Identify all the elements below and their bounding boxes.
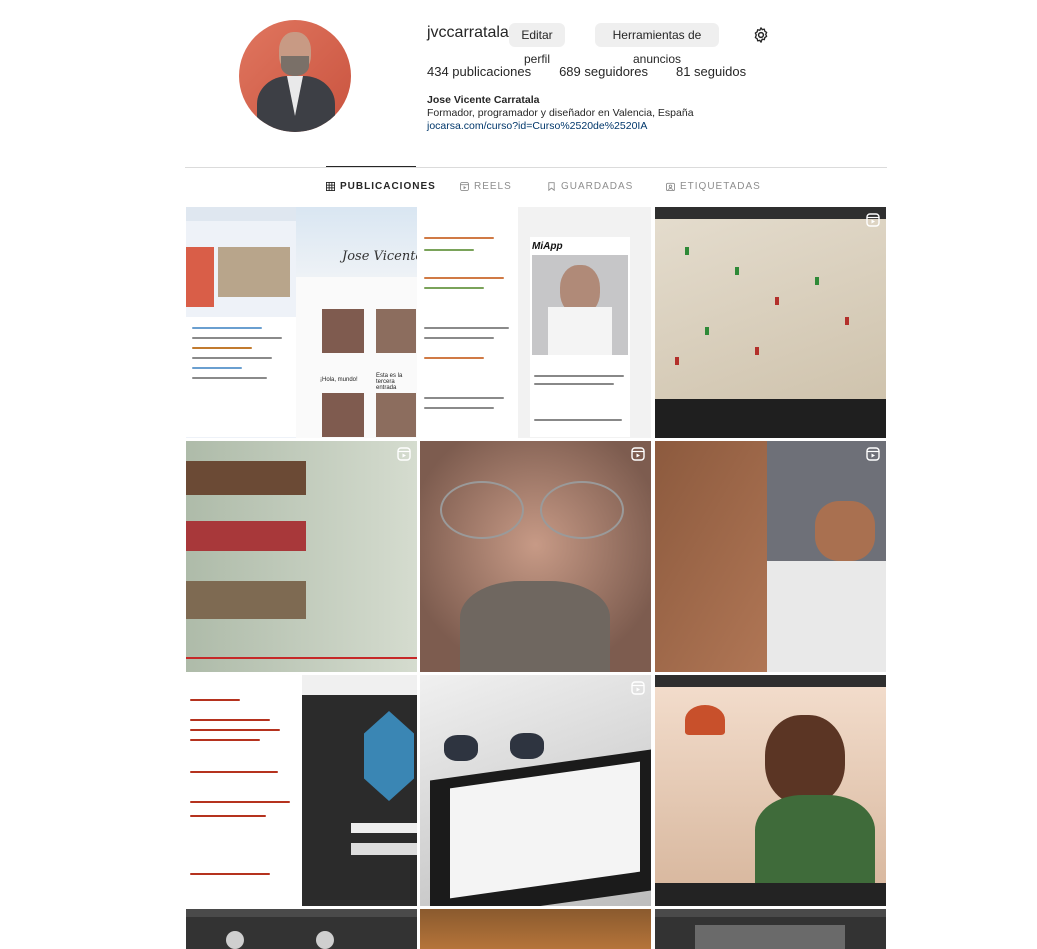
grid-icon	[326, 182, 335, 191]
post-thumbnail[interactable]	[655, 909, 886, 949]
post-thumbnail[interactable]	[420, 909, 651, 949]
tabs-divider	[185, 167, 887, 168]
post-thumbnail[interactable]	[655, 207, 886, 438]
reel-indicator-icon	[631, 681, 645, 695]
post-thumbnail[interactable]	[420, 441, 651, 672]
profile-website-link[interactable]: jocarsa.com/curso?id=Curso%2520de%2520IA	[427, 120, 647, 132]
post-thumbnail[interactable]	[655, 675, 886, 906]
following-count[interactable]: 81 seguidos	[676, 64, 746, 79]
reel-indicator-icon	[866, 213, 880, 227]
reel-indicator-icon	[631, 447, 645, 461]
tab-publicaciones[interactable]: PUBLICACIONES	[326, 181, 436, 192]
tab-label: PUBLICACIONES	[340, 181, 436, 192]
post-thumbnail[interactable]	[186, 675, 417, 906]
tab-label: ETIQUETADAS	[680, 181, 761, 192]
active-tab-indicator	[326, 166, 416, 167]
tab-label: GUARDADAS	[561, 181, 634, 192]
tab-guardadas[interactable]: GUARDADAS	[547, 181, 633, 192]
post-thumbnail[interactable]	[186, 441, 417, 672]
reels-icon	[460, 182, 469, 191]
profile-bio: Formador, programador y diseñador en Val…	[427, 107, 694, 119]
posts-count: 434 publicaciones	[427, 64, 532, 79]
tab-etiquetadas[interactable]: ETIQUETADAS	[666, 181, 761, 192]
avatar-beard-shape	[281, 56, 309, 76]
followers-count[interactable]: 689 seguidores	[559, 64, 648, 79]
thumbnail-title-text: Jose Vicente C	[342, 249, 417, 264]
thumbnail-app-name: MiApp	[532, 241, 563, 252]
post-thumbnail[interactable]	[186, 909, 417, 949]
tagged-icon	[666, 182, 675, 191]
settings-gear-icon[interactable]	[752, 26, 770, 44]
profile-full-name: Jose Vicente Carratala	[427, 94, 540, 106]
post-thumbnail[interactable]: Jose Vicente C ¡Hola, mundo! Esta es la …	[186, 207, 417, 438]
thumbnail-caption: ¡Hola, mundo!	[320, 377, 358, 383]
tab-reels[interactable]: REELS	[460, 181, 512, 192]
bookmark-icon	[548, 182, 555, 191]
reel-indicator-icon	[397, 447, 411, 461]
ad-tools-button[interactable]: Herramientas de anuncios	[595, 23, 719, 66]
post-thumbnail[interactable]: MiApp	[420, 207, 651, 438]
post-thumbnail[interactable]	[655, 441, 886, 672]
profile-stats: 434 publicaciones 689 seguidores 81 segu…	[427, 64, 774, 79]
thumbnail-caption-2: Esta es la tercera entrada	[376, 373, 403, 391]
post-thumbnail[interactable]	[420, 675, 651, 906]
profile-username: jvccarratala	[427, 24, 509, 41]
edit-profile-button[interactable]: Editar perfil	[509, 23, 565, 66]
profile-avatar[interactable]	[239, 20, 351, 132]
reel-indicator-icon	[866, 447, 880, 461]
tab-label: REELS	[474, 181, 512, 192]
